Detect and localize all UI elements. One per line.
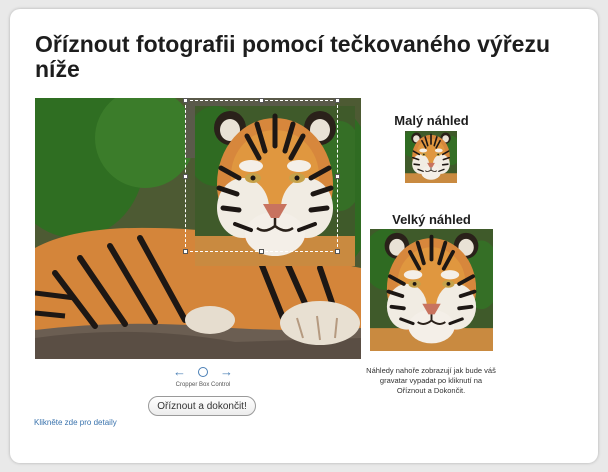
page-title: Oříznout fotografii pomocí tečkovaného v… (35, 31, 551, 82)
crop-handle-bottom-left[interactable] (183, 249, 188, 254)
crop-handle-right[interactable] (335, 174, 340, 179)
small-preview-tiger (405, 131, 457, 183)
crop-dialog: Oříznout fotografii pomocí tečkovaného v… (10, 9, 598, 463)
large-preview-title: Velký náhled (392, 212, 471, 227)
small-preview-image (405, 131, 457, 183)
details-link[interactable]: Klikněte zde pro detaily (34, 418, 117, 427)
crop-and-finish-button[interactable]: Oříznout a dokončit! (148, 396, 256, 416)
preview-note: Náhledy nahoře zobrazují jak bude váš gr… (366, 366, 496, 395)
large-preview-tiger (370, 229, 493, 351)
crop-handle-top-left[interactable] (183, 98, 188, 103)
crop-handle-bottom[interactable] (259, 249, 264, 254)
crop-handle-top-right[interactable] (335, 98, 340, 103)
crop-handle-top[interactable] (259, 98, 264, 103)
cropper-box-controls: ← → (173, 364, 233, 380)
crop-handle-left[interactable] (183, 174, 188, 179)
large-preview-image (370, 229, 493, 351)
cropper-controls-label: Cropper Box Control (175, 382, 231, 388)
circle-icon[interactable] (198, 367, 208, 377)
crop-selection-box[interactable] (183, 98, 340, 254)
small-preview-title: Malý náhled (394, 113, 469, 128)
source-photo[interactable] (35, 98, 361, 359)
crop-handle-bottom-right[interactable] (335, 249, 340, 254)
arrow-left-icon[interactable]: ← (173, 365, 186, 379)
arrow-right-icon[interactable]: → (220, 365, 233, 379)
